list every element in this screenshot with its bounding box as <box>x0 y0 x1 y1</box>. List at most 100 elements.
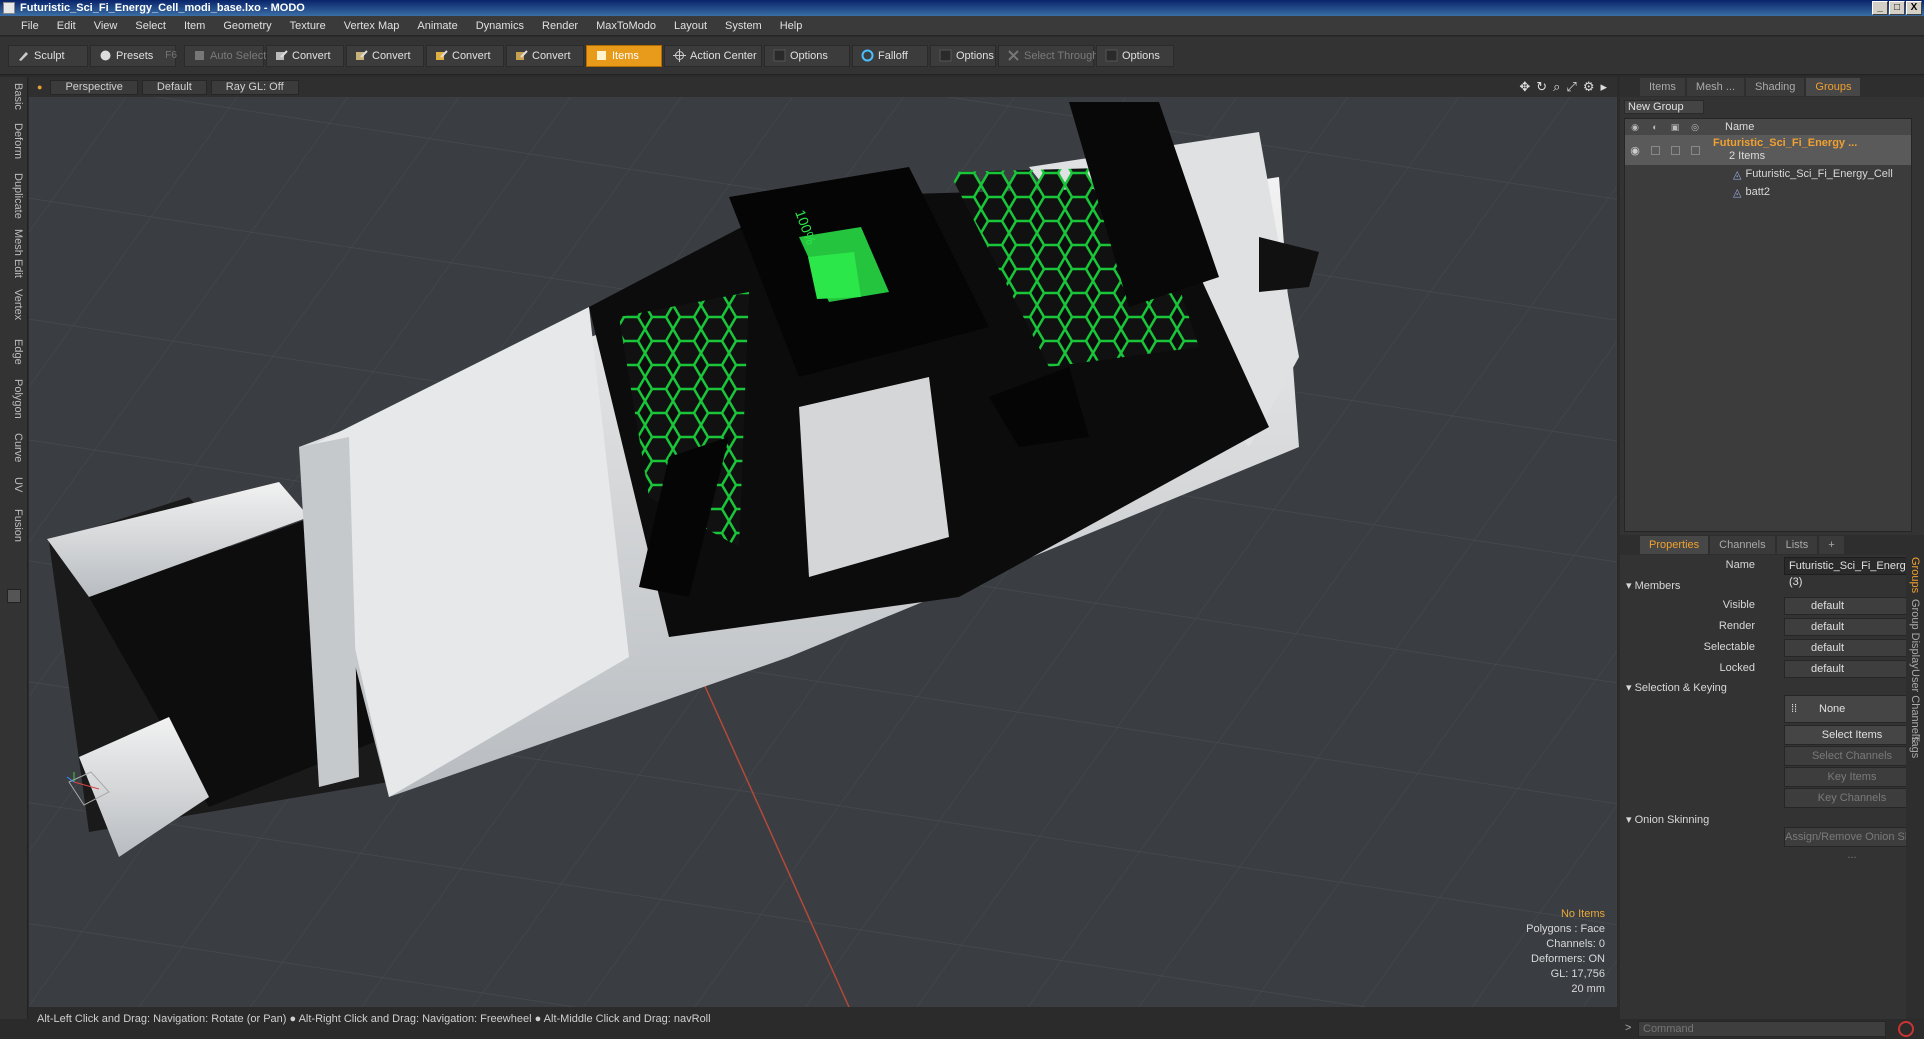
minimize-button[interactable]: _ <box>1872 1 1888 15</box>
expand-arrow-icon[interactable]: ▸ <box>1600 79 1607 95</box>
select-through-button[interactable]: Select Through <box>998 44 1098 67</box>
viewport-menu-icon[interactable]: ● <box>37 82 42 92</box>
tab-groups[interactable]: Groups <box>1806 78 1861 96</box>
tab-deform[interactable]: Deform <box>4 123 24 159</box>
record-icon[interactable] <box>1898 1021 1914 1037</box>
convert-button-2[interactable]: Convert <box>346 44 424 67</box>
falloff-button[interactable]: Falloff <box>852 44 928 67</box>
tree-row-batt2[interactable]: ◬ batt2 <box>1625 183 1911 201</box>
command-input[interactable] <box>1638 1021 1886 1037</box>
command-bar: > <box>1620 1019 1924 1039</box>
tab-edge[interactable]: Edge <box>4 339 24 365</box>
convert-button-4[interactable]: Convert <box>506 44 584 67</box>
tab-curve[interactable]: Curve <box>4 433 24 462</box>
render-toggle[interactable] <box>1645 141 1665 159</box>
selection-keying-section[interactable]: ▾ Selection & Keying <box>1626 681 1727 694</box>
menu-file[interactable]: File <box>12 16 48 35</box>
select-through-options-button[interactable]: Options <box>1096 44 1174 67</box>
menu-edit[interactable]: Edit <box>48 16 85 35</box>
select-channels-button[interactable]: Select Channels <box>1784 746 1920 766</box>
tab-fusion[interactable]: Fusion <box>4 509 24 542</box>
pan-icon[interactable]: ✥ <box>1519 79 1530 95</box>
fit-icon[interactable]: ⤢ <box>1566 79 1576 95</box>
tab-items[interactable]: Items <box>1640 78 1685 96</box>
members-section[interactable]: ▾ Members <box>1626 579 1680 592</box>
convert-button-1[interactable]: Convert <box>266 44 344 67</box>
menu-geometry[interactable]: Geometry <box>214 16 280 35</box>
sidetab-tags[interactable]: Tags <box>1909 735 1921 758</box>
render-dropdown[interactable]: default <box>1784 618 1920 636</box>
none-button[interactable]: ⁞⁞ None <box>1784 695 1920 723</box>
zoom-icon[interactable]: ⌕ <box>1553 79 1560 95</box>
tab-basic[interactable]: Basic <box>4 83 24 110</box>
sculpt-button[interactable]: Sculpt <box>8 44 88 67</box>
tab-vertex[interactable]: Vertex <box>4 289 24 320</box>
locked-dropdown[interactable]: default <box>1784 660 1920 678</box>
view-type-dropdown[interactable]: Perspective <box>50 79 138 95</box>
tab-duplicate[interactable]: Duplicate <box>4 173 24 219</box>
selectable-dropdown[interactable]: default <box>1784 639 1920 657</box>
menu-system[interactable]: System <box>716 16 771 35</box>
assign-onion-skin-button[interactable]: Assign/Remove Onion Skin ... <box>1784 827 1920 861</box>
tree-row-group[interactable]: ◉ Futuristic_Sci_Fi_Energy ... 2 Items <box>1625 135 1911 165</box>
name-field[interactable]: Futuristic_Sci_Fi_Energy_Cell (3) <box>1784 557 1924 588</box>
menu-layout[interactable]: Layout <box>665 16 716 35</box>
right-panel: Items Mesh ... Shading Groups New Group … <box>1620 77 1924 1039</box>
onion-skinning-section[interactable]: ▾ Onion Skinning <box>1626 813 1709 826</box>
menu-dynamics[interactable]: Dynamics <box>467 16 533 35</box>
viewport-stats: No Items Polygons : Face Channels: 0 Def… <box>1526 907 1605 997</box>
maximize-button[interactable]: □ <box>1889 1 1905 15</box>
action-center-options-button[interactable]: Options <box>764 44 850 67</box>
tab-polygon[interactable]: Polygon <box>4 379 24 419</box>
gear-icon[interactable]: ⚙ <box>1583 79 1595 95</box>
auto-select-button[interactable]: Auto Select <box>184 44 266 67</box>
presets-button[interactable]: Presets F6 <box>90 44 177 67</box>
lock-icon[interactable]: ▣ <box>1665 122 1685 133</box>
select-icon[interactable]: ◎ <box>1685 122 1705 133</box>
tab-mesh[interactable]: Mesh ... <box>1686 78 1745 96</box>
menu-help[interactable]: Help <box>771 16 812 35</box>
render-icon[interactable]: ◐ <box>1645 122 1665 132</box>
menu-vertex-map[interactable]: Vertex Map <box>335 16 409 35</box>
visibility-toggle[interactable]: ◉ <box>1625 141 1645 159</box>
menu-select[interactable]: Select <box>126 16 175 35</box>
tab-mesh-edit[interactable]: Mesh Edit <box>4 229 24 278</box>
action-center-button[interactable]: Action Center <box>664 44 762 67</box>
menu-bar: File Edit View Select Item Geometry Text… <box>0 16 1924 36</box>
visible-dropdown[interactable]: default <box>1784 597 1920 615</box>
app-icon <box>3 2 15 14</box>
new-group-button[interactable]: New Group <box>1624 100 1704 114</box>
menu-item[interactable]: Item <box>175 16 214 35</box>
sidetab-groups[interactable]: Groups <box>1909 557 1921 593</box>
menu-animate[interactable]: Animate <box>408 16 466 35</box>
shading-dropdown[interactable]: Default <box>141 79 207 95</box>
tab-lists[interactable]: Lists <box>1776 536 1818 554</box>
add-tab-button[interactable]: + <box>1819 536 1844 554</box>
convert-button-3[interactable]: Convert <box>426 44 504 67</box>
tab-uv[interactable]: UV <box>4 477 24 492</box>
lock-toggle[interactable] <box>1665 141 1685 159</box>
raygl-toggle[interactable]: Ray GL: Off <box>210 79 299 95</box>
menu-render[interactable]: Render <box>533 16 587 35</box>
select-items-button[interactable]: Select Items <box>1784 725 1920 745</box>
key-items-button[interactable]: Key Items <box>1784 767 1920 787</box>
palette-toggle-button[interactable] <box>7 589 21 603</box>
menu-view[interactable]: View <box>85 16 127 35</box>
close-button[interactable]: X <box>1906 1 1922 15</box>
key-channels-button[interactable]: Key Channels <box>1784 788 1920 808</box>
tab-shading[interactable]: Shading <box>1746 78 1805 96</box>
visibility-eye-icon[interactable]: ◉ <box>1625 122 1645 133</box>
sidetab-user-channels[interactable]: User Channels <box>1909 669 1921 742</box>
sidetab-group-display[interactable]: Group Display <box>1909 599 1921 669</box>
rotate-icon[interactable]: ↻ <box>1536 79 1547 95</box>
items-mode-button[interactable]: Items <box>586 44 662 67</box>
tree-row-mesh[interactable]: ◬ Futuristic_Sci_Fi_Energy_Cell <box>1625 165 1911 183</box>
tab-channels[interactable]: Channels <box>1710 536 1775 554</box>
select-toggle[interactable] <box>1685 141 1705 159</box>
falloff-options-button[interactable]: Options <box>930 44 996 67</box>
gl-info: GL: 17,756 <box>1550 968 1605 980</box>
3d-viewport[interactable]: 100% ● Perspective Default Ray GL: Off ✥… <box>29 77 1617 1007</box>
menu-texture[interactable]: Texture <box>281 16 335 35</box>
tab-properties[interactable]: Properties <box>1640 536 1709 554</box>
menu-maxtomodo[interactable]: MaxToModo <box>587 16 665 35</box>
